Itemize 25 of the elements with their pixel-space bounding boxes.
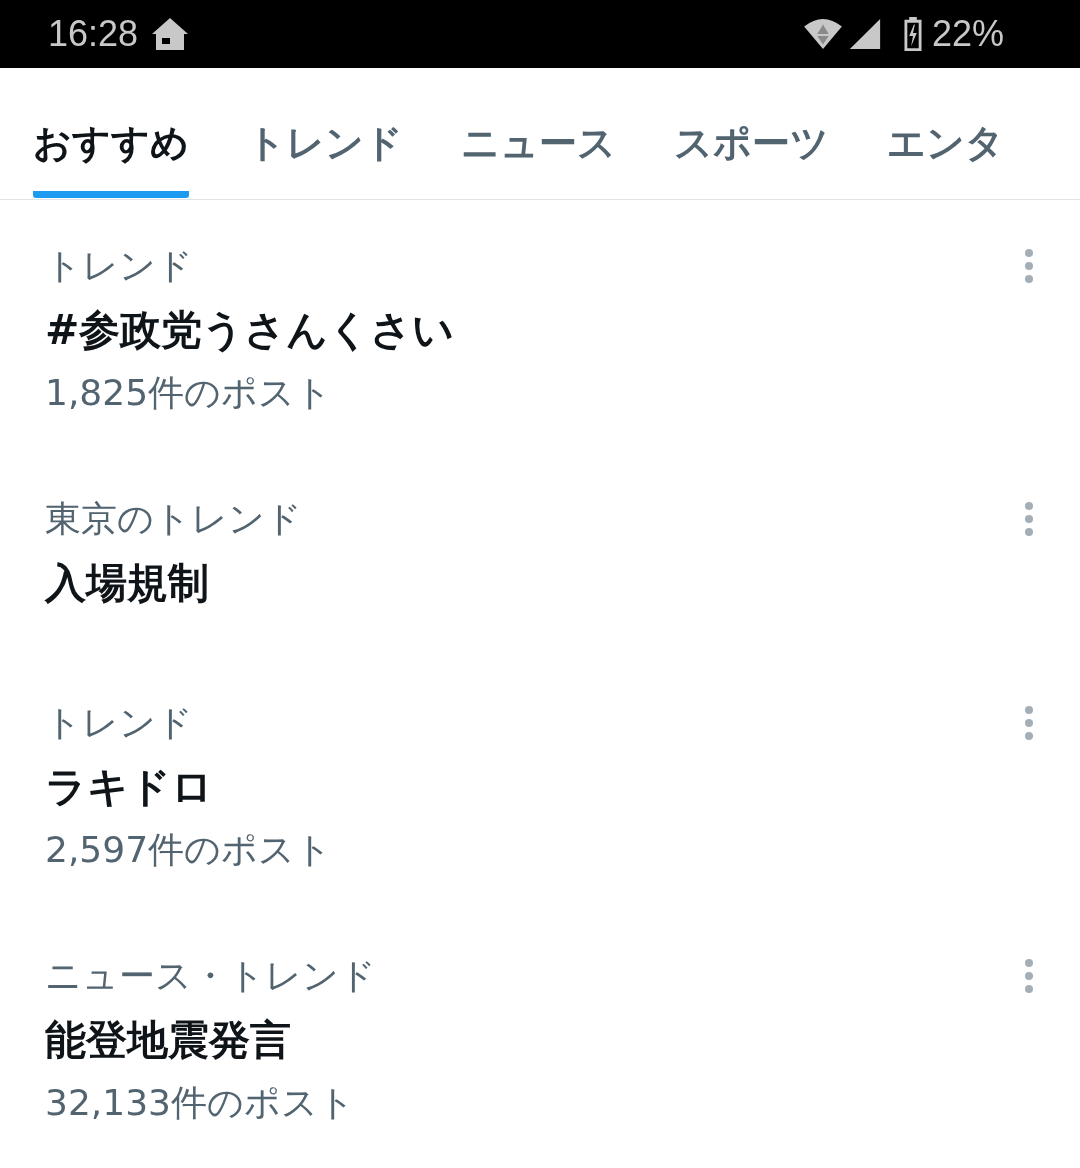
tab[interactable]: スポーツ (674, 118, 829, 198)
tab[interactable]: ニュース (461, 118, 616, 198)
trend-title[interactable]: 能登地震発言 (45, 1008, 376, 1072)
more-icon[interactable] (1024, 501, 1034, 537)
more-icon[interactable] (1024, 705, 1034, 741)
battery-percent: 22% (931, 13, 1004, 55)
signal-icon (847, 17, 882, 51)
tab[interactable]: エンタ (887, 118, 1004, 198)
trend-category: トレンド (45, 244, 194, 288)
trend-title[interactable]: 入場規制 (45, 551, 302, 615)
tab[interactable]: トレンド (247, 118, 403, 198)
battery-icon (901, 16, 924, 52)
wifi-icon (801, 17, 844, 51)
trend-title[interactable]: #参政党うさんくさい (45, 298, 455, 362)
post-count: 32,133件のポスト (45, 1081, 356, 1125)
trend-category: トレンド (45, 701, 194, 745)
trend-title[interactable]: ラキドロ (45, 755, 333, 819)
status-time: 16:28 (48, 13, 139, 55)
post-count: 1,825件のポスト (45, 371, 334, 415)
more-icon[interactable] (1024, 248, 1034, 284)
trend-category: 東京のトレンド (45, 497, 302, 541)
more-icon[interactable] (1024, 958, 1034, 994)
trend-category: ニュース・トレンド (45, 954, 376, 998)
tab[interactable]: おすすめ (33, 118, 189, 198)
post-count: 2,597件のポスト (45, 828, 333, 872)
